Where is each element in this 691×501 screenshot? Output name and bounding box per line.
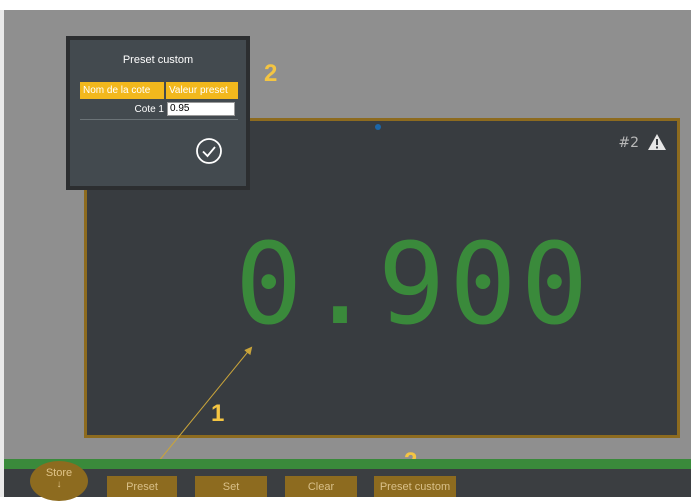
column-header-value: Valeur preset	[166, 82, 238, 99]
confirm-check-icon[interactable]	[195, 137, 223, 165]
store-label: Store	[45, 467, 73, 479]
store-button[interactable]: Store ↓	[30, 461, 88, 501]
channel-number: #2	[618, 135, 639, 151]
row-label: Cote 1	[134, 103, 164, 115]
column-header-name: Nom de la cote	[80, 82, 164, 99]
preset-custom-button[interactable]: Preset custom	[374, 476, 456, 497]
preset-value-input[interactable]: 0.95	[167, 102, 235, 116]
dialog-body: Preset custom Nom de la cote Valeur pres…	[70, 40, 246, 186]
set-button[interactable]: Set	[195, 476, 267, 497]
preset-button[interactable]: Preset	[107, 476, 177, 497]
dialog-title: Preset custom	[122, 54, 194, 66]
preset-custom-dialog: Preset custom Nom de la cote Valeur pres…	[66, 36, 250, 190]
arrow-down-icon: ↓	[56, 479, 62, 490]
preset-table: Nom de la cote Valeur preset Cote 1 0.95	[80, 82, 238, 120]
annotation-marker-popup: 2	[264, 60, 278, 87]
annotation-marker-arrow: 1	[211, 400, 225, 427]
warning-icon[interactable]	[647, 133, 667, 151]
measured-value: 0.900	[235, 220, 593, 350]
status-dot	[375, 124, 381, 130]
status-bar	[4, 459, 691, 469]
clear-button[interactable]: Clear	[285, 476, 357, 497]
table-header: Nom de la cote Valeur preset	[80, 82, 238, 99]
table-row: Cote 1 0.95	[80, 102, 238, 120]
